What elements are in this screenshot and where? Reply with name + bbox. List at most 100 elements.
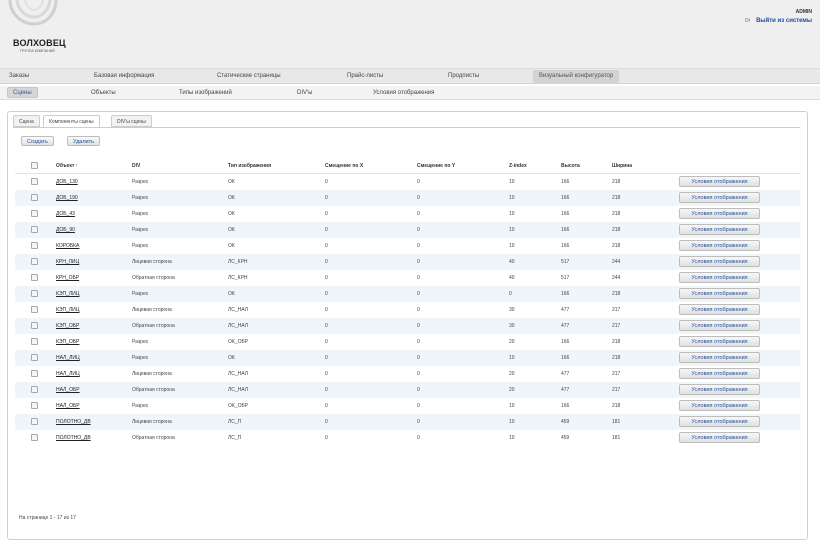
cell-object[interactable]: КРН_ОБР [56,275,79,281]
table-row: КРН_ОБР Обратная сторона ЛС_КРН 0 0 40 517 244 У… [15,270,800,286]
cell-object[interactable]: КЭП_ОБР [56,339,79,345]
cell-object[interactable]: ПОЛОТНО_ДВ [56,435,91,441]
cell-offset-y: 0 [417,339,420,345]
cell-height: 459 [561,419,570,425]
cell-z-index: 10 [509,419,515,425]
tab-scene-components[interactable]: Компоненты сцены [43,115,100,127]
display-conditions-button[interactable]: Условия отображения [679,400,760,411]
subnav-image-types[interactable]: Типы изображений [179,90,232,96]
cell-div: Лицевая сторона [132,259,172,265]
cell-object[interactable]: ДОБ_43 [56,211,75,217]
tab-scene[interactable]: Сцена [13,115,40,127]
nav-visual-configurator[interactable]: Визуальный конфигуратор [533,70,620,83]
create-button[interactable]: Создать [21,136,54,146]
cell-div: Разрез [132,355,148,361]
display-conditions-button[interactable]: Условия отображения [679,192,760,203]
cell-object[interactable]: ДОБ_130 [56,179,78,185]
cell-div: Разрез [132,179,148,185]
column-offset-y[interactable]: Смещение по Y [417,163,455,169]
nav-base-info[interactable]: Базовая информация [94,73,154,79]
cell-object[interactable]: НАЛ_ОБР [56,387,80,393]
column-height[interactable]: Высота [561,163,580,169]
row-checkbox[interactable] [31,226,38,233]
cell-offset-x: 0 [325,291,328,297]
cell-object[interactable]: КРН_ЛИЦ [56,259,79,265]
row-checkbox[interactable] [31,178,38,185]
row-checkbox[interactable] [31,194,38,201]
row-checkbox[interactable] [31,418,38,425]
cell-image-type: ЛС_НАЛ [228,371,249,377]
row-checkbox[interactable] [31,306,38,313]
row-checkbox[interactable] [31,210,38,217]
cell-offset-y: 0 [417,179,420,185]
cell-object[interactable]: КЭП_ЛИЦ [56,291,79,297]
subnav-divs[interactable]: DIV'ы [297,90,312,96]
display-conditions-button[interactable]: Условия отображения [679,256,760,267]
cell-width: 218 [612,179,621,185]
cell-object[interactable]: ПОЛОТНО_ДВ [56,419,91,425]
row-checkbox[interactable] [31,242,38,249]
display-conditions-button[interactable]: Условия отображения [679,368,760,379]
row-checkbox[interactable] [31,402,38,409]
cell-object[interactable]: КЭП_ЛИЦ [56,307,79,313]
cell-height: 166 [561,211,570,217]
header: ВОЛХОВЕЦ ГРУППА КОМПАНИЙ ADMIN Ог Выйти … [0,0,820,68]
nav-prodlists[interactable]: Продписты [448,73,479,79]
display-conditions-button[interactable]: Условия отображения [679,224,760,235]
cell-offset-y: 0 [417,387,420,393]
display-conditions-button[interactable]: Условия отображения [679,432,760,443]
display-conditions-button[interactable]: Условия отображения [679,176,760,187]
nav-orders[interactable]: Заказы [9,73,29,79]
display-conditions-button[interactable]: Условия отображения [679,320,760,331]
cell-object[interactable]: НАЛ_ОБР [56,403,80,409]
tab-scene-divs[interactable]: DIV'ы сцены [111,115,152,127]
row-checkbox[interactable] [31,338,38,345]
display-conditions-button[interactable]: Условия отображения [679,304,760,315]
display-conditions-button[interactable]: Условия отображения [679,240,760,251]
select-all-checkbox[interactable] [31,162,38,169]
cell-div: Разрез [132,291,148,297]
column-div[interactable]: DIV [132,163,140,169]
cell-width: 217 [612,387,621,393]
row-checkbox[interactable] [31,322,38,329]
cell-object[interactable]: КЭП_ОБР [56,323,79,329]
cell-offset-y: 0 [417,227,420,233]
cell-image-type: ЛС_НАЛ [228,387,249,393]
cell-object[interactable]: КОРОБКА [56,243,79,249]
display-conditions-button[interactable]: Условия отображения [679,272,760,283]
display-conditions-button[interactable]: Условия отображения [679,384,760,395]
column-offset-x[interactable]: Смещение по X [325,163,363,169]
row-checkbox[interactable] [31,434,38,441]
logo-swirl-icon [8,0,58,26]
cell-object[interactable]: ДОБ_90 [56,227,75,233]
display-conditions-button[interactable]: Условия отображения [679,336,760,347]
column-image-type[interactable]: Тип изображения [228,163,271,169]
subnav-scenes[interactable]: Сцены [7,87,38,98]
row-checkbox[interactable] [31,386,38,393]
cell-object[interactable]: ДОБ_190 [56,195,78,201]
subnav-objects[interactable]: Объекты [91,90,116,96]
row-checkbox[interactable] [31,290,38,297]
column-z-index[interactable]: Z-index [509,163,527,169]
nav-static-pages[interactable]: Статические страницы [217,73,281,79]
cell-object[interactable]: НАЛ_ЛИЦ [56,371,80,377]
row-checkbox[interactable] [31,354,38,361]
cell-offset-y: 0 [417,403,420,409]
column-width[interactable]: Ширина [612,163,632,169]
display-conditions-button[interactable]: Условия отображения [679,416,760,427]
display-conditions-button[interactable]: Условия отображения [679,288,760,299]
display-conditions-button[interactable]: Условия отображения [679,208,760,219]
lock-icon[interactable]: Ог [745,18,751,24]
cell-width: 244 [612,259,621,265]
cell-object[interactable]: НАЛ_ЛИЦ [56,355,80,361]
nav-price-lists[interactable]: Прайс-листы [347,73,383,79]
logout-link[interactable]: Выйти из системы [756,18,812,24]
subnav-display-conditions[interactable]: Условия отображения [373,90,434,96]
column-object[interactable]: Объект ↑ [56,163,78,169]
row-checkbox[interactable] [31,274,38,281]
row-checkbox[interactable] [31,370,38,377]
display-conditions-button[interactable]: Условия отображения [679,352,760,363]
delete-button[interactable]: Удалить [67,136,100,146]
row-checkbox[interactable] [31,258,38,265]
user-name: ADMIN [795,9,812,15]
